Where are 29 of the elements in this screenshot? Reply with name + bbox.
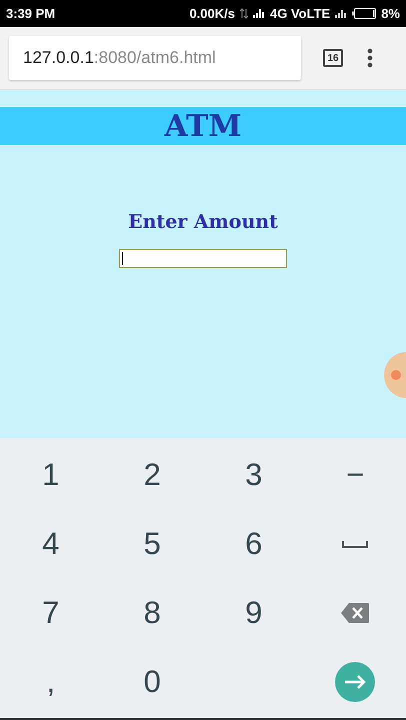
amount-prompt: Enter Amount xyxy=(128,211,278,233)
keyboard-key[interactable]: 8 xyxy=(138,594,167,630)
network-speed: 0.00K/s xyxy=(189,6,235,21)
keyboard-key[interactable]: 0 xyxy=(138,664,167,700)
page-title: ATM xyxy=(164,108,242,144)
amount-input-field[interactable] xyxy=(119,249,287,268)
backspace-key-icon[interactable] xyxy=(341,602,370,622)
battery-icon xyxy=(352,8,376,19)
keyboard-key[interactable]: 1 xyxy=(36,456,66,492)
keyboard-key[interactable]: 6 xyxy=(239,526,268,562)
go-arrow-button[interactable] xyxy=(335,662,376,702)
status-time: 3:39 PM xyxy=(6,6,56,21)
keyboard-key[interactable]: 2 xyxy=(138,456,167,492)
keyboard-key[interactable]: 4 xyxy=(36,526,66,562)
network-type: 4G VoLTE xyxy=(270,6,330,21)
keyboard-key[interactable]: 9 xyxy=(239,594,268,630)
keyboard-key[interactable]: 5 xyxy=(138,526,167,562)
menu-icon[interactable] xyxy=(367,48,373,68)
keyboard-key[interactable]: 3 xyxy=(239,456,268,492)
signal-icon xyxy=(253,9,265,18)
signal-icon xyxy=(335,9,348,18)
space-key-icon[interactable] xyxy=(342,540,368,548)
tab-switcher-button[interactable]: 16 xyxy=(323,49,343,67)
address-bar[interactable]: 127.0.0.1:8080/atm6.html xyxy=(9,36,301,80)
keyboard-key[interactable]: , xyxy=(40,664,62,700)
keyboard-key[interactable]: 7 xyxy=(36,594,66,630)
keyboard-key[interactable]: − xyxy=(340,456,370,492)
data-arrows-icon xyxy=(240,8,248,19)
battery-percent: 8% xyxy=(381,6,400,21)
